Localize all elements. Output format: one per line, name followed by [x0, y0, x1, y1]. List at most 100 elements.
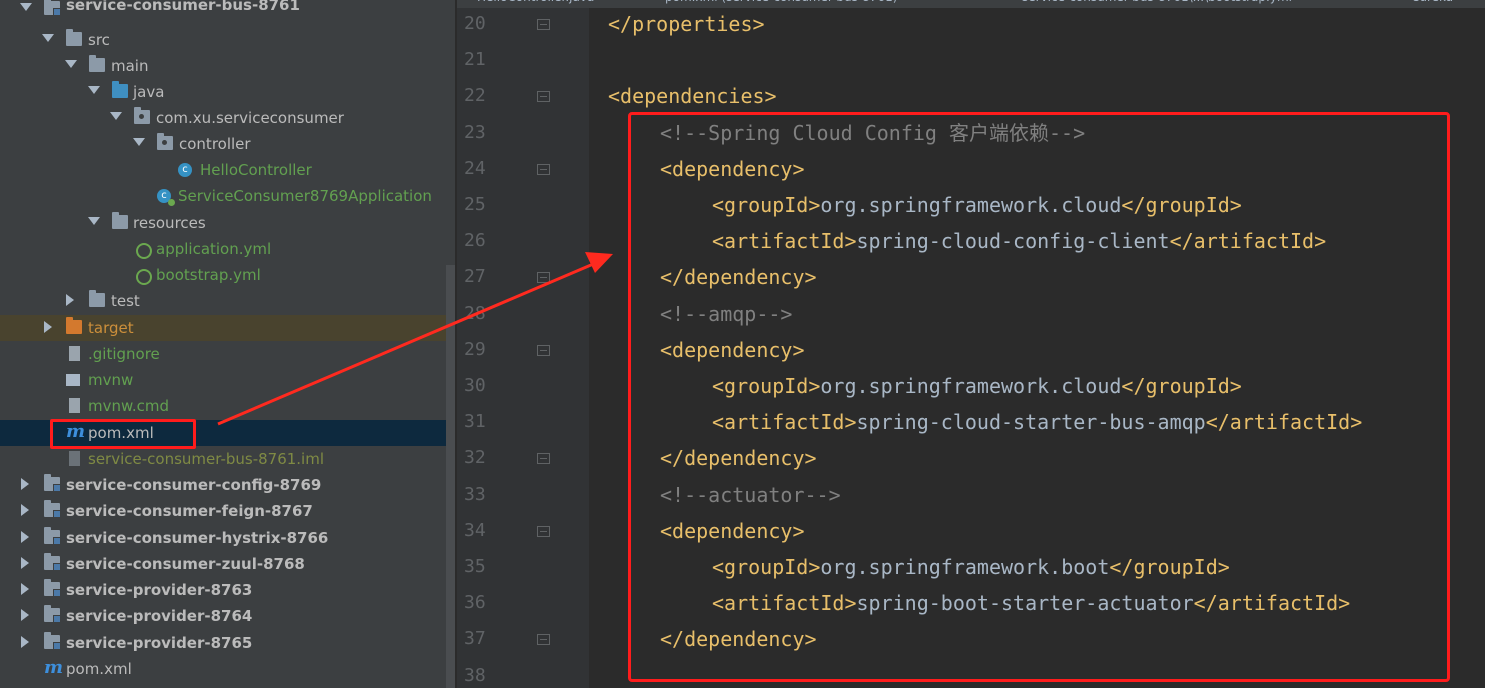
tree-item-application-class[interactable]: c ServiceConsumer8769Application: [0, 183, 455, 209]
line-number: 29: [464, 338, 486, 360]
tree-item-application-yml[interactable]: application.yml: [0, 236, 455, 262]
chevron-down-icon[interactable]: [65, 60, 77, 68]
tree-item-label: service-consumer-feign-8767: [66, 502, 313, 520]
excluded-folder-icon: [66, 317, 82, 334]
tree-item-label: bootstrap.yml: [156, 266, 261, 284]
folder-icon: [89, 290, 105, 307]
tree-item-gitignore[interactable]: .gitignore: [0, 341, 455, 367]
tree-item-resources[interactable]: resources: [0, 210, 455, 236]
tree-item-mvnw-cmd[interactable]: mvnw.cmd: [0, 393, 455, 419]
tree-item-label: service-consumer-bus-8761: [66, 0, 300, 14]
chevron-down-icon[interactable]: [133, 138, 145, 146]
folder-icon: [66, 29, 82, 46]
module-folder-icon: [44, 527, 61, 545]
tree-item-label: controller: [179, 135, 251, 153]
chevron-down-icon[interactable]: [110, 112, 122, 120]
script-file-icon: [66, 374, 80, 386]
tree-item-module-feign[interactable]: service-consumer-feign-8767: [0, 498, 455, 524]
tab-eureka[interactable]: eureka: [1412, 0, 1453, 8]
tree-item-label: service-provider-8763: [66, 581, 253, 599]
chevron-right-icon[interactable]: [21, 504, 29, 516]
chevron-right-icon[interactable]: [21, 557, 29, 569]
tree-item-label: mvnw.cmd: [88, 397, 170, 415]
line-number: 33: [464, 483, 486, 505]
tree-item-label: HelloController: [200, 161, 312, 179]
tree-item-module-zuul[interactable]: service-consumer-zuul-8768: [0, 551, 455, 577]
fold-marker-icon[interactable]: [537, 453, 550, 465]
tree-item-module-provider-8764[interactable]: service-provider-8764: [0, 603, 455, 629]
tab-hellocontroller[interactable]: HelloController.java: [477, 0, 594, 8]
tree-item-label: service-consumer-config-8769: [66, 476, 322, 494]
tree-item-label: src: [88, 31, 110, 49]
project-scrollbar[interactable]: [446, 265, 455, 688]
line-number: 34: [464, 519, 486, 541]
tree-item-label: service-consumer-hystrix-8766: [66, 529, 329, 547]
tree-item-module-provider-8763[interactable]: service-provider-8763: [0, 577, 455, 603]
chevron-right-icon[interactable]: [21, 478, 29, 490]
module-folder-icon: [44, 500, 61, 518]
line-number: 20: [464, 13, 486, 34]
tree-item-label: target: [88, 319, 134, 337]
tree-item-module-hystrix[interactable]: service-consumer-hystrix-8766: [0, 525, 455, 551]
fold-marker-icon[interactable]: [537, 91, 550, 103]
line-number: 24: [464, 157, 486, 179]
chevron-down-icon[interactable]: [88, 86, 100, 94]
chevron-right-icon[interactable]: [21, 531, 29, 543]
tree-item-mvnw[interactable]: mvnw: [0, 367, 455, 393]
code-line[interactable]: </properties>: [608, 12, 765, 36]
resources-folder-icon: [112, 212, 128, 229]
line-number: 30: [464, 375, 486, 396]
fold-marker-icon[interactable]: [537, 525, 550, 537]
line-number: 21: [464, 49, 486, 71]
chevron-right-icon[interactable]: [21, 636, 29, 648]
tree-item-module-provider-8765[interactable]: service-provider-8765: [0, 630, 455, 656]
chevron-right-icon[interactable]: [21, 583, 29, 595]
tree-item-label: service-provider-8764: [66, 607, 253, 625]
tree-item-module-service-consumer-bus-8761[interactable]: service-consumer-bus-8761: [0, 0, 455, 27]
fold-marker-icon[interactable]: [537, 272, 550, 284]
tree-item-label: com.xu.serviceconsumer: [156, 109, 344, 127]
maven-icon: m: [44, 657, 64, 678]
fold-marker-icon[interactable]: [537, 634, 550, 646]
tree-item-test[interactable]: test: [0, 288, 455, 314]
fold-marker-icon[interactable]: [537, 163, 550, 175]
line-number: 37: [464, 628, 486, 650]
chevron-right-icon[interactable]: [44, 321, 52, 333]
chevron-down-icon[interactable]: [42, 34, 54, 42]
tree-item-label: .gitignore: [88, 345, 160, 363]
gitignore-file-icon: [69, 346, 80, 361]
tree-item-main[interactable]: main: [0, 53, 455, 79]
line-number: 27: [464, 266, 486, 288]
tree-item-label: application.yml: [156, 240, 272, 258]
tree-item-label: service-consumer-zuul-8768: [66, 555, 305, 573]
module-folder-icon: [44, 579, 61, 597]
tree-item-target[interactable]: target: [0, 315, 455, 341]
chevron-right-icon[interactable]: [21, 609, 29, 621]
text-file-icon: [69, 398, 80, 413]
tree-item-hellocontroller[interactable]: c HelloController: [0, 157, 455, 183]
line-number: 31: [464, 411, 486, 433]
tab-pom-xml[interactable]: pom.xml (service-consumer-bus-8761): [665, 0, 897, 8]
tree-item-src[interactable]: src: [0, 27, 455, 53]
tab-bootstrap-yml[interactable]: service-consumer-bus-8761\...\bootstrap.…: [1022, 0, 1292, 8]
tree-item-controller[interactable]: controller: [0, 131, 455, 157]
tree-item-root-pom-xml[interactable]: m pom.xml: [0, 656, 455, 682]
module-folder-icon: [44, 632, 61, 650]
fold-marker-icon[interactable]: [537, 344, 550, 356]
tree-item-package[interactable]: com.xu.serviceconsumer: [0, 105, 455, 131]
tree-item-iml[interactable]: service-consumer-bus-8761.iml: [0, 446, 455, 472]
fold-marker-icon[interactable]: [537, 19, 550, 30]
line-number: 36: [464, 592, 486, 614]
chevron-down-icon[interactable]: [20, 3, 32, 11]
code-line[interactable]: <dependencies>: [608, 84, 777, 108]
chevron-right-icon[interactable]: [66, 294, 74, 306]
tree-item-bootstrap-yml[interactable]: bootstrap.yml: [0, 262, 455, 288]
line-number: 26: [464, 230, 486, 252]
iml-file-icon: [69, 451, 80, 466]
tree-item-module-config[interactable]: service-consumer-config-8769: [0, 472, 455, 498]
chevron-down-icon[interactable]: [88, 217, 100, 225]
tree-item-label: resources: [133, 214, 206, 232]
tree-item-label: service-consumer-bus-8761.iml: [88, 450, 325, 468]
tree-item-java[interactable]: java: [0, 79, 455, 105]
tree-item-label: service-provider-8765: [66, 634, 253, 652]
